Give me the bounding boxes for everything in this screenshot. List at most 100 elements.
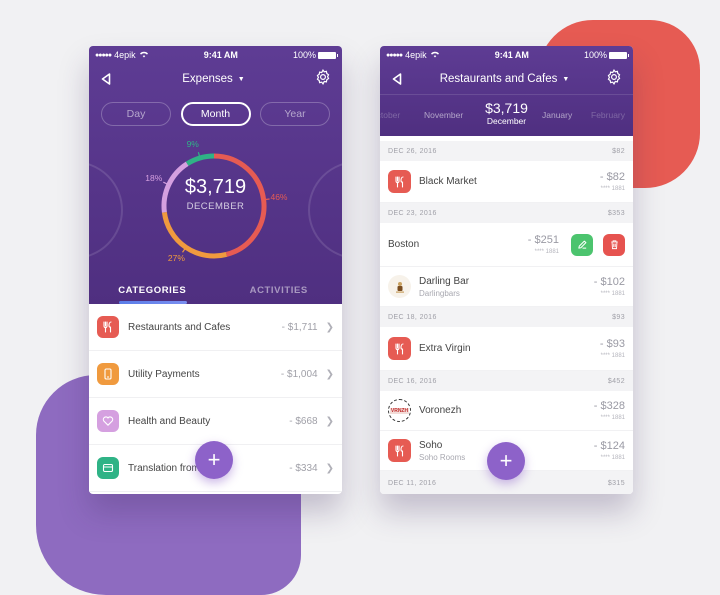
restaurants-screen: ●●●●● 4epik 9:41 AM 100% Restaurants and… <box>380 46 633 494</box>
card-number: **** 1881 <box>600 353 625 359</box>
card-number: **** 1881 <box>600 415 625 421</box>
signal-icon: ●●●●● <box>95 51 112 59</box>
expenses-screen: ●●●●● 4epik 9:41 AM 100% Expenses ▼ Day … <box>89 46 342 494</box>
add-expense-button[interactable]: + <box>195 441 233 479</box>
tab-activities[interactable]: ACTIVITIES <box>216 276 343 304</box>
donut-segment-utility-tick <box>182 248 186 253</box>
transaction-subtitle: Darlingbars <box>419 288 460 298</box>
card-number: **** 1881 <box>600 455 625 461</box>
restaurants-header: ●●●●● 4epik 9:41 AM 100% Restaurants and… <box>380 46 633 136</box>
card-icon <box>97 457 119 479</box>
transaction-row[interactable]: Black Market - $82 **** 1881 <box>380 161 633 203</box>
date-total: $93 <box>612 313 625 321</box>
fork-knife-icon <box>388 439 411 462</box>
date-total: $452 <box>607 377 625 385</box>
fork-knife-icon <box>388 170 411 193</box>
date-total: $82 <box>612 147 625 155</box>
transaction-row[interactable]: Extra Virgin - $93 **** 1881 <box>380 327 633 371</box>
title-dropdown[interactable]: Expenses ▼ <box>182 73 244 85</box>
transaction-name: Darling Bar <box>419 275 470 287</box>
date-header: DEC 23, 2016 $353 <box>380 203 633 223</box>
add-transaction-button[interactable]: + <box>487 442 525 480</box>
donut-center: $3,719 DECEMBER <box>89 176 342 212</box>
date-label: DEC 26, 2016 <box>388 147 437 155</box>
category-amount: - $1,711 <box>281 321 318 333</box>
page-title: Expenses <box>182 73 233 85</box>
donut-label-restaurants: 46% <box>270 191 288 202</box>
date-header: DEC 26, 2016 $82 <box>380 141 633 161</box>
transaction-row[interactable]: Darling Bar Darlingbars - $102 **** 1881 <box>380 267 633 307</box>
donut-segment-translation[interactable] <box>185 153 215 166</box>
card-number: **** 1881 <box>600 186 625 192</box>
category-label: Restaurants and Cafes <box>128 321 231 333</box>
period-selector: Day Month Year <box>89 94 342 126</box>
donut-label-utility: 27% <box>167 252 185 263</box>
tab-categories[interactable]: CATEGORIES <box>89 276 216 304</box>
date-label: DEC 11, 2016 <box>388 479 437 487</box>
wifi-icon <box>139 50 149 60</box>
date-header: DEC 16, 2016 $452 <box>380 371 633 391</box>
transaction-row-swiped[interactable]: Boston - $251 **** 1881 <box>380 223 633 267</box>
edit-button[interactable] <box>571 233 593 256</box>
darling-bar-logo <box>388 275 411 298</box>
category-item[interactable]: Utility Payments - $1,004 ❯ <box>89 351 342 398</box>
wifi-icon <box>430 50 440 60</box>
gear-icon <box>316 68 330 85</box>
period-month-button[interactable]: Month <box>180 102 251 126</box>
date-total: $315 <box>607 479 625 487</box>
transaction-name: Voronezh <box>419 405 462 416</box>
settings-button[interactable] <box>605 68 623 91</box>
delete-button[interactable] <box>603 233 625 256</box>
category-amount: - $334 <box>289 462 318 474</box>
signal-icon: ●●●●● <box>386 51 403 59</box>
clock: 9:41 AM <box>494 50 529 60</box>
expenses-header: ●●●●● 4epik 9:41 AM 100% Expenses ▼ Day … <box>89 46 342 304</box>
heart-icon <box>97 410 119 432</box>
month-february[interactable]: February <box>591 110 625 120</box>
date-label: DEC 18, 2016 <box>388 313 437 321</box>
carrier-label: 4epik <box>114 50 136 60</box>
category-item[interactable]: Health and Beauty - $668 ❯ <box>89 398 342 445</box>
month-january[interactable]: January <box>542 110 572 120</box>
edit-icon <box>577 240 586 249</box>
back-icon[interactable] <box>390 72 404 86</box>
category-amount: - $668 <box>289 415 318 427</box>
category-item[interactable]: Restaurants and Cafes - $1,711 ❯ <box>89 304 342 351</box>
fork-knife-icon <box>388 337 411 360</box>
card-number: **** 1881 <box>534 249 559 255</box>
caret-down-icon: ▼ <box>562 75 570 83</box>
transaction-row[interactable]: VRNZH Voronezh - $328 **** 1881 <box>380 391 633 431</box>
settings-button[interactable] <box>314 68 332 91</box>
status-bar: ●●●●● 4epik 9:41 AM 100% <box>380 46 633 64</box>
donut-segment-utility[interactable] <box>161 211 228 259</box>
transaction-name: Black Market <box>419 176 477 187</box>
month-carousel[interactable]: October November $3,719 December January… <box>380 94 633 136</box>
navbar: Restaurants and Cafes ▼ <box>380 64 633 94</box>
category-label: Utility Payments <box>128 368 200 380</box>
phone-icon <box>97 363 119 385</box>
battery-percent: 100% <box>583 50 607 60</box>
category-amount: - $1,004 <box>280 368 318 380</box>
chevron-right-icon: ❯ <box>325 415 334 427</box>
back-icon[interactable] <box>99 72 113 86</box>
transaction-name: Extra Virgin <box>419 343 471 354</box>
active-tab-indicator <box>119 301 187 304</box>
period-year-button[interactable]: Year <box>260 102 330 126</box>
title-dropdown[interactable]: Restaurants and Cafes ▼ <box>440 73 570 85</box>
period-day-button[interactable]: Day <box>101 102 171 126</box>
transaction-name: Boston <box>388 239 420 250</box>
voronezh-logo: VRNZH <box>388 399 411 422</box>
trash-icon <box>610 240 618 250</box>
fork-knife-icon <box>97 316 119 338</box>
transaction-amount: - $93 <box>599 338 625 350</box>
date-total: $353 <box>607 209 625 217</box>
transaction-amount: - $102 <box>593 276 625 288</box>
transaction-amount: - $328 <box>593 400 625 412</box>
chevron-right-icon: ❯ <box>325 368 334 380</box>
donut-segment-translation-tick <box>197 152 201 157</box>
date-label: DEC 23, 2016 <box>388 209 437 217</box>
navbar: Expenses ▼ <box>89 64 342 94</box>
chevron-right-icon: ❯ <box>325 321 334 333</box>
date-header: DEC 18, 2016 $93 <box>380 307 633 327</box>
month-label: DECEMBER <box>186 201 245 212</box>
